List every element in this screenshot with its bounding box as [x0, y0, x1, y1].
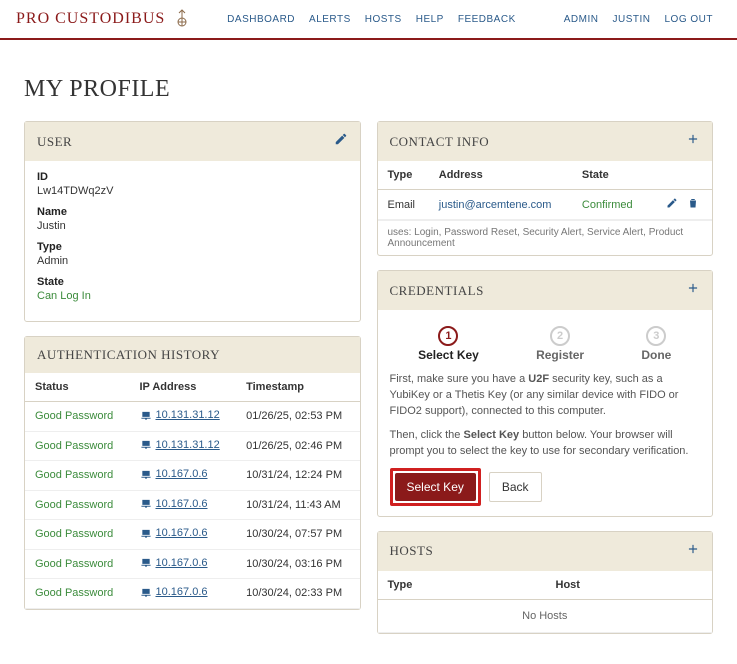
auth-timestamp: 10/31/24, 12:24 PM: [236, 461, 359, 491]
contact-row: Email justin@arcemtene.com Confirmed: [378, 190, 713, 220]
auth-col-ip: IP Address: [130, 373, 237, 402]
auth-status: Good Password: [35, 499, 113, 511]
nav-hosts[interactable]: HOSTS: [365, 14, 402, 25]
hosts-empty: No Hosts: [378, 599, 713, 632]
hosts-col-type: Type: [378, 571, 546, 600]
delete-contact-icon[interactable]: [684, 200, 702, 212]
auth-timestamp: 10/30/24, 02:33 PM: [236, 579, 359, 609]
auth-status: Good Password: [35, 558, 113, 570]
edit-user-icon[interactable]: [334, 132, 348, 151]
nav-help[interactable]: HELP: [416, 14, 444, 25]
edit-contact-icon[interactable]: [663, 200, 681, 212]
auth-row: Good Password 10.131.31.12 01/26/25, 02:53…: [25, 402, 360, 432]
nav-logout[interactable]: LOG OUT: [664, 14, 713, 25]
auth-row: Good Password 10.131.31.12 01/26/25, 02:46…: [25, 431, 360, 461]
user-panel: USER IDLw14TDWq2zV NameJustin TypeAdmin …: [24, 121, 361, 322]
auth-ip-link[interactable]: 10.167.0.6: [140, 527, 208, 539]
auth-ip-link[interactable]: 10.167.0.6: [140, 498, 208, 510]
auth-timestamp: 10/31/24, 11:43 AM: [236, 490, 359, 520]
user-panel-title: USER: [37, 134, 72, 150]
auth-timestamp: 01/26/25, 02:46 PM: [236, 431, 359, 461]
step-number: 3: [646, 326, 666, 346]
auth-ip-link[interactable]: 10.131.31.12: [140, 439, 220, 451]
credentials-panel: CREDENTIALS 1 Select Key 2 Register 3 Done Fi…: [377, 270, 714, 517]
auth-row: Good Password 10.167.0.6 10/30/24, 02:33 P…: [25, 579, 360, 609]
auth-timestamp: 01/26/25, 02:53 PM: [236, 402, 359, 432]
brand-text: PRO CUSTODIBUS: [16, 10, 165, 28]
credentials-title: CREDENTIALS: [390, 283, 484, 299]
user-type-value: Admin: [37, 255, 348, 267]
back-button[interactable]: Back: [489, 472, 542, 502]
nav-alerts[interactable]: ALERTS: [309, 14, 351, 25]
step-done: 3 Done: [641, 326, 671, 362]
auth-status: Good Password: [35, 469, 113, 481]
user-state-value: Can Log In: [37, 290, 348, 302]
contact-type: Email: [378, 190, 429, 220]
auth-col-ts: Timestamp: [236, 373, 359, 402]
step-label: Register: [536, 348, 584, 362]
user-name-value: Justin: [37, 220, 348, 232]
auth-history-table: Status IP Address Timestamp Good Passwor…: [25, 373, 360, 609]
auth-row: Good Password 10.167.0.6 10/30/24, 03:16 P…: [25, 549, 360, 579]
step-label: Done: [641, 348, 671, 362]
step-number: 2: [550, 326, 570, 346]
auth-timestamp: 10/30/24, 03:16 PM: [236, 549, 359, 579]
nav-feedback[interactable]: FEEDBACK: [458, 14, 516, 25]
auth-status: Good Password: [35, 528, 113, 540]
auth-timestamp: 10/30/24, 07:57 PM: [236, 520, 359, 550]
user-type-label: Type: [37, 241, 348, 253]
contact-table: Type Address State Email justin@arcemten…: [378, 161, 713, 220]
contact-col-type: Type: [378, 161, 429, 190]
auth-ip-link[interactable]: 10.167.0.6: [140, 468, 208, 480]
contact-panel: CONTACT INFO Type Address State Email ju…: [377, 121, 714, 256]
contact-panel-title: CONTACT INFO: [390, 134, 490, 150]
auth-col-status: Status: [25, 373, 130, 402]
nav-admin[interactable]: ADMIN: [564, 14, 599, 25]
nav-user[interactable]: JUSTIN: [612, 14, 650, 25]
hosts-title: HOSTS: [390, 543, 434, 559]
page-title: MY PROFILE: [24, 76, 713, 103]
auth-row: Good Password 10.167.0.6 10/31/24, 11:43 A…: [25, 490, 360, 520]
contact-col-state: State: [572, 161, 648, 190]
auth-status: Good Password: [35, 587, 113, 599]
auth-row: Good Password 10.167.0.6 10/30/24, 07:57 P…: [25, 520, 360, 550]
auth-panel-title: AUTHENTICATION HISTORY: [37, 347, 220, 363]
step-number: 1: [438, 326, 458, 346]
step-label: Select Key: [418, 348, 479, 362]
contact-col-address: Address: [429, 161, 572, 190]
add-contact-icon[interactable]: [686, 132, 700, 151]
add-host-icon[interactable]: [686, 542, 700, 561]
top-nav: DASHBOARD ALERTS HOSTS HELP FEEDBACK ADM…: [227, 14, 713, 25]
hosts-panel: HOSTS Type Host No Hosts: [377, 531, 714, 634]
auth-row: Good Password 10.167.0.6 10/31/24, 12:24 P…: [25, 461, 360, 491]
auth-status: Good Password: [35, 440, 113, 452]
cred-instruction-1: First, make sure you have a U2F security…: [390, 372, 701, 420]
add-credential-icon[interactable]: [686, 281, 700, 300]
user-id-value: Lw14TDWq2zV: [37, 185, 348, 197]
auth-status: Good Password: [35, 410, 113, 422]
user-state-label: State: [37, 276, 348, 288]
auth-ip-link[interactable]: 10.167.0.6: [140, 586, 208, 598]
auth-history-panel: AUTHENTICATION HISTORY Status IP Address…: [24, 336, 361, 610]
contact-uses: uses: Login, Password Reset, Security Al…: [378, 220, 713, 255]
auth-ip-link[interactable]: 10.167.0.6: [140, 557, 208, 569]
auth-ip-link[interactable]: 10.131.31.12: [140, 409, 220, 421]
contact-address[interactable]: justin@arcemtene.com: [439, 199, 552, 211]
contact-state: Confirmed: [572, 190, 648, 220]
brand-icon: [171, 8, 193, 30]
step-register: 2 Register: [536, 326, 584, 362]
user-name-label: Name: [37, 206, 348, 218]
user-id-label: ID: [37, 171, 348, 183]
hosts-col-host: Host: [546, 571, 713, 600]
select-key-button[interactable]: Select Key: [395, 473, 476, 501]
step-select-key: 1 Select Key: [418, 326, 479, 362]
hosts-table: Type Host No Hosts: [378, 571, 713, 633]
cred-instruction-2: Then, click the Select Key button below.…: [390, 428, 701, 460]
nav-dashboard[interactable]: DASHBOARD: [227, 14, 295, 25]
